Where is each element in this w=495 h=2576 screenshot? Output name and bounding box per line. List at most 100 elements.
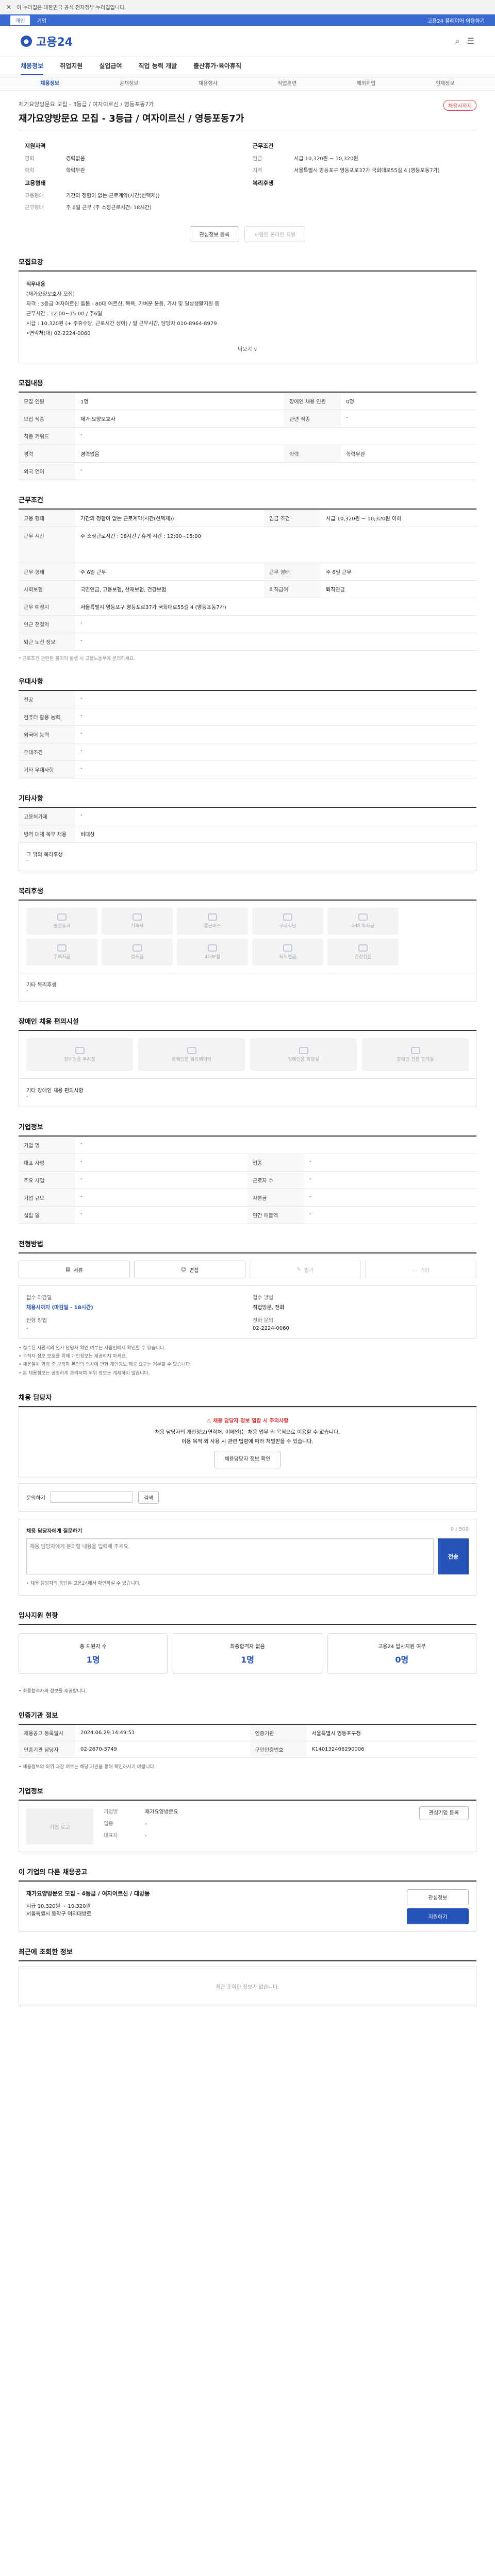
search-icon[interactable]: ⌕ bbox=[455, 36, 460, 46]
step-label: 필기 bbox=[304, 1267, 314, 1274]
welfare-icons: 출산휴가 기숙사 통근버스 구내식당 자녀 학자금 주택자금 경조금 4대보험 … bbox=[19, 901, 476, 973]
subnav-item-1[interactable]: 공채정보 bbox=[120, 79, 139, 87]
prefer-section: 우대사항 전공 - 컴퓨터 활용 능력 - 외국어 능력 - 우대조건 - 기타 우대사… bbox=[19, 676, 476, 778]
warning-line: 채용 담당자의 개인정보(연락처, 이메일)는 채용 업무 외 목적으로 이용할… bbox=[155, 1429, 340, 1435]
kv-key: 학력 bbox=[25, 168, 35, 174]
more-button[interactable]: 더보기 ∨ bbox=[26, 345, 469, 354]
table-cell: 시급 10,320원 ~ 10,320원 이하 bbox=[321, 510, 476, 527]
view-manager-button[interactable]: 채용담당자 정보 확인 bbox=[214, 1450, 280, 1468]
info-note: • 채용정보의 허위·과장 여부는 해당 기관을 통해 확인하시기 바랍니다. bbox=[19, 1765, 156, 1770]
stat-label: 최종합격자 없음 bbox=[230, 1643, 265, 1650]
facility-label: 장애인용 화장실 bbox=[288, 1057, 319, 1062]
apply-online-button[interactable]: 사람인 온라인 지원 bbox=[244, 226, 306, 242]
contact-value: 직접방문, 전화 bbox=[253, 1305, 285, 1311]
subnav-item-3[interactable]: 직업훈련 bbox=[277, 79, 296, 87]
company-name: 재기요양방문요 모집 - 3등급 / 여자이르신 / 영등포동7가 bbox=[19, 101, 154, 108]
recent-empty: 최근 조회한 정보가 없습니다. bbox=[19, 1967, 476, 2007]
gnb-item-leave[interactable]: 출산휴가·육아휴직 bbox=[193, 61, 241, 70]
section-title: 기타사항 bbox=[19, 793, 476, 808]
other-job-title[interactable]: 재가요양방문요 모집 - 4등급 / 여자어르신 / 대방동 bbox=[26, 1889, 399, 1897]
subnav-item-0[interactable]: 채용정보 bbox=[40, 79, 59, 87]
save-interest-button[interactable]: 관심정보 등록 bbox=[189, 226, 240, 242]
kv-value: - bbox=[145, 1833, 147, 1839]
recent-section: 최근에 조회한 정보 최근 조회한 정보가 없습니다. bbox=[19, 1946, 476, 2007]
other-apply-button[interactable]: 지원하기 bbox=[407, 1908, 469, 1925]
table-key: 컴퓨터 활용 능력 bbox=[19, 708, 75, 726]
tab-personal[interactable]: 개인 bbox=[10, 15, 30, 25]
other-job-card[interactable]: 재가요양방문요 모집 - 4등급 / 여자어르신 / 대방동 시급 10,320… bbox=[19, 1882, 476, 1933]
table-key: 장애인 채용 인원 bbox=[284, 393, 341, 410]
contact-label: 접수 방법 bbox=[253, 1295, 273, 1301]
other-job-location: 서울특별시 동작구 여의대방로 bbox=[26, 1911, 91, 1918]
player-link[interactable]: 고용24 플레이어 이용하기 bbox=[427, 16, 485, 24]
close-icon[interactable]: ✕ bbox=[6, 4, 11, 11]
table-cell: 퇴직연금 bbox=[321, 580, 476, 598]
gnb-item-training[interactable]: 직업 능력 개발 bbox=[139, 61, 177, 70]
welfare-label: 자녀 학자금 bbox=[351, 924, 375, 929]
document-icon: ▤ bbox=[65, 1266, 71, 1273]
table-row: 설립 일 - 연간 매출액 - bbox=[19, 1206, 476, 1224]
site-logo[interactable]: ● 고용24 bbox=[21, 33, 73, 49]
facility-label: 장애인 전용 휴게실 bbox=[397, 1057, 434, 1062]
message-textarea[interactable] bbox=[26, 1538, 434, 1574]
welfare-item: 퇴직연금 bbox=[252, 939, 323, 965]
table-key: 인증기관 담당자 bbox=[19, 1741, 75, 1758]
qa-button[interactable]: 검색 bbox=[138, 1490, 159, 1504]
subnav-item-5[interactable]: 인재정보 bbox=[436, 79, 455, 87]
table-cell: 경력없음 bbox=[75, 445, 285, 463]
table-cell: - bbox=[304, 1171, 476, 1189]
table-key: 채용공고 등록일시 bbox=[19, 1725, 75, 1742]
table-cell: 주 6일 근무 bbox=[321, 563, 476, 581]
stats-row: 총 지원자 수 1명 최종합격자 없음 1명 고용24 입사지원 여부 0명 bbox=[19, 1625, 476, 1682]
deadline-badge: 채용시까지 bbox=[443, 100, 476, 111]
step-label: 서류 bbox=[73, 1267, 83, 1274]
table-key: 인근 전철역 bbox=[19, 615, 75, 633]
gnb-item-benefit[interactable]: 실업급여 bbox=[99, 61, 122, 70]
process-step: ✎ 필기 bbox=[250, 1261, 361, 1278]
recruit-table: 모집 인원 1명 장애인 채용 인원 0명 모집 직종 재가 요양보호사 관련 직종 - 직… bbox=[19, 393, 476, 480]
qa-input[interactable] bbox=[50, 1492, 133, 1503]
send-button[interactable]: 전송 bbox=[438, 1538, 469, 1574]
summary-right-title: 근무조건 bbox=[253, 143, 274, 149]
table-cell: K140132406290006 bbox=[306, 1741, 476, 1758]
bullet-line: • 접수된 지원서의 인사 담당자 확인 여부는 사람인에서 확인할 수 있습니… bbox=[19, 1346, 166, 1351]
subnav-item-2[interactable]: 채용행사 bbox=[199, 79, 218, 87]
kv-key: 지역 bbox=[253, 168, 262, 174]
table-key: 경력 bbox=[19, 445, 75, 463]
welfare-note: 기타 복리후생 - bbox=[19, 973, 476, 1002]
bus-icon bbox=[208, 913, 217, 921]
table-cell: - bbox=[75, 743, 476, 761]
section-title: 이 기업의 다른 채용공고 bbox=[19, 1867, 476, 1882]
warning-line: 이용 목적 외 사용 시 관련 법령에 따라 처벌받을 수 있습니다. bbox=[182, 1438, 314, 1445]
table-key: 업종 bbox=[248, 1154, 304, 1172]
bullet-line: • 본 채용정보는 공정하게 관리되며 허위 정보는 게재하지 않습니다. bbox=[19, 1370, 150, 1376]
facility-item: 장애인 전용 휴게실 bbox=[362, 1038, 469, 1071]
tab-corp[interactable]: 기업 bbox=[32, 15, 52, 25]
table-key: 기업 규모 bbox=[19, 1189, 75, 1207]
table-key: 근로자 수 bbox=[248, 1171, 304, 1189]
kv-key: 대표자 bbox=[104, 1833, 118, 1839]
detail-line: •연락처(대) 02-2224-0060 bbox=[26, 331, 91, 336]
info-section: 인증기관 정보 채용공고 등록일시 2024.06.29 14:49:51 인증기관… bbox=[19, 1710, 476, 1771]
gnb-item-jobs[interactable]: 채용정보 bbox=[21, 61, 44, 75]
kv-key: 업종 bbox=[104, 1821, 113, 1827]
insurance-icon bbox=[208, 944, 217, 952]
table-key: 기타 우대사항 bbox=[19, 760, 75, 778]
other-interest-button[interactable]: 관심정보 bbox=[407, 1889, 469, 1906]
elevator-icon bbox=[187, 1047, 196, 1054]
gnb-item-support[interactable]: 취업지원 bbox=[60, 61, 82, 70]
table-cell: 주 6일 근무 bbox=[75, 563, 265, 581]
menu-icon[interactable]: ☰ bbox=[467, 36, 474, 46]
kv-key: 임금 bbox=[253, 156, 262, 162]
interest-corp-button[interactable]: 관심기업 등록 bbox=[419, 1806, 469, 1821]
qa-label: 문의하기 bbox=[26, 1495, 45, 1501]
notice-bullets: • 접수된 지원서의 인사 담당자 확인 여부는 사람인에서 확인할 수 있습니… bbox=[19, 1344, 476, 1378]
section-title: 입사지원 현황 bbox=[19, 1610, 476, 1625]
contact-label: 전화 문의 bbox=[253, 1318, 273, 1324]
subnav-item-4[interactable]: 해외취업 bbox=[357, 79, 376, 87]
kv-value: 기간의 정함이 없는 근로계약(시간(선택제)) bbox=[66, 193, 160, 199]
cafeteria-icon bbox=[283, 913, 292, 921]
section-title: 복리후생 bbox=[19, 886, 476, 901]
recruit-section: 모집내용 모집 인원 1명 장애인 채용 인원 0명 모집 직종 재가 요양보호사 관련 … bbox=[19, 378, 476, 480]
main-nav: 채용정보 취업지원 실업급여 직업 능력 개발 출산휴가·육아휴직 bbox=[0, 57, 495, 75]
